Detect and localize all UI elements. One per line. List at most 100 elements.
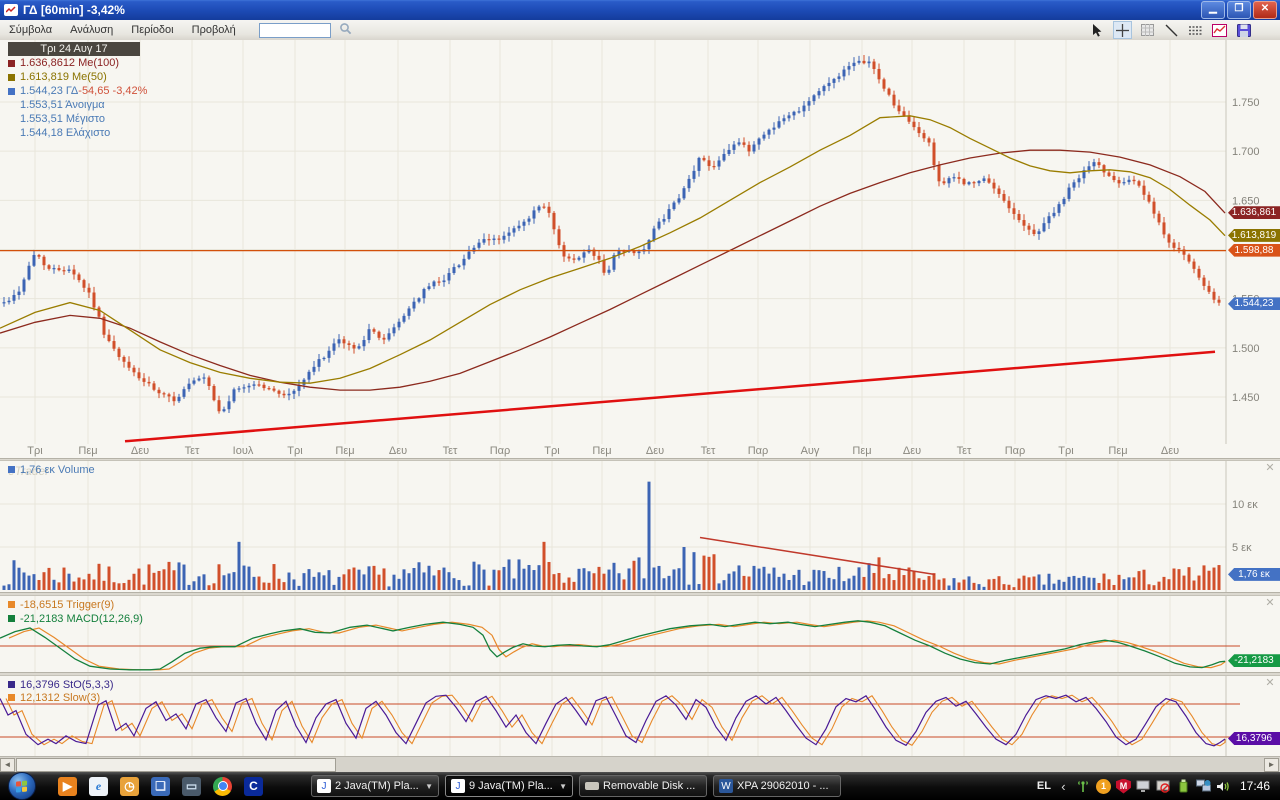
taskbar-button-removable-disk[interactable]: Removable Disk ... (579, 775, 707, 797)
x-axis-label: Πεμ (1101, 445, 1135, 457)
volume-panel-close-icon[interactable]: ✕ (1264, 463, 1276, 475)
x-axis-label: Τετ (175, 445, 209, 457)
crosshair-tool-icon[interactable] (1113, 21, 1132, 39)
display-disabled-icon[interactable] (1156, 779, 1171, 794)
symbol-search-input[interactable] (259, 23, 331, 38)
horizontal-scrollbar[interactable]: ◄ ► (0, 756, 1280, 772)
price-axis-tick: 1.500 (1232, 343, 1260, 355)
x-axis-label: Παρ (998, 445, 1032, 457)
x-axis-label: Τετ (947, 445, 981, 457)
x-axis-label: Πεμ (845, 445, 879, 457)
grid-tool-icon[interactable] (1139, 22, 1156, 38)
toolbar (1089, 21, 1280, 39)
menu-analysis[interactable]: Ανάλυση (61, 22, 122, 38)
legend-open: 1.553,51 Άνοιγμα (6, 98, 147, 112)
network-icon[interactable] (1196, 779, 1211, 794)
volume-axis-tick: 10 εκ (1232, 499, 1258, 511)
x-axis-label: Τρι (18, 445, 52, 457)
macd-legend-label: -21,2183 MACD(12,26,9) (20, 613, 143, 625)
volume-icon[interactable] (1216, 779, 1231, 794)
taskbar-buttons: J 2 Java(TM) Pla... ▼ J 9 Java(TM) Pla..… (311, 775, 841, 797)
quick-launch: ▶ e ◷ ❏ ▭ C (58, 777, 263, 796)
x-axis-label: Τετ (691, 445, 725, 457)
macd-panel-close-icon[interactable]: ✕ (1264, 598, 1276, 610)
menu-periods[interactable]: Περίοδοι (122, 22, 182, 38)
word-icon: W (719, 779, 733, 793)
scrollbar-thumb[interactable] (16, 758, 336, 772)
taskbar-button-word-doc[interactable]: W XPA 29062010 - ... (713, 775, 841, 797)
taskbar-button-java-9[interactable]: J 9 Java(TM) Pla... ▼ (445, 775, 573, 797)
dashed-line-tool-icon[interactable] (1187, 22, 1204, 38)
task-manager-icon[interactable]: ❏ (151, 777, 170, 796)
price-chart: 1.7501.7001.6501.6001.5501.5001.450 (0, 40, 1280, 444)
legend-low-label: 1.544,18 Ελάχιστο (20, 127, 110, 139)
close-button[interactable]: ✕ (1253, 1, 1277, 19)
stochastic-chart (0, 676, 1280, 756)
menu-view[interactable]: Προβολή (183, 22, 245, 38)
price-axis-tick: 1.650 (1232, 195, 1260, 207)
volume-chart: 10 εκ5 εκ (0, 461, 1280, 592)
value-tag: 1.544,23 (1228, 297, 1280, 310)
x-axis-label: Πεμ (585, 445, 619, 457)
taskbar-button-label: 2 Java(TM) Pla... (335, 780, 423, 792)
taskbar-clock[interactable]: 17:46 (1240, 779, 1270, 793)
scroll-left-button[interactable]: ◄ (0, 758, 15, 772)
legend-date: Τρι 24 Αυγ 17 (8, 42, 140, 56)
chart-tool-icon[interactable] (1211, 22, 1228, 38)
save-tool-icon[interactable] (1235, 22, 1252, 38)
macd-chart (0, 596, 1280, 672)
x-axis-label: Δευ (638, 445, 672, 457)
minimize-button[interactable]: ▁ (1201, 1, 1225, 19)
menu-symbols[interactable]: Σύμβολα (0, 22, 61, 38)
value-tag: 1.598,88 (1228, 244, 1280, 257)
panel-separator (0, 592, 1280, 596)
wireless-icon[interactable] (1076, 779, 1091, 794)
start-button[interactable] (8, 772, 36, 800)
legend-ma50-label: 1.613,819 Me(50) (20, 71, 107, 83)
display-icon[interactable]: ▭ (182, 777, 201, 796)
panel-separator (0, 458, 1280, 461)
macd-legend: -21,2183 MACD(12,26,9) (6, 612, 143, 625)
sto-swatch (8, 681, 15, 688)
sto-legend-label: 16,3796 StO(5,3,3) (20, 679, 114, 691)
pointer-tool-icon[interactable] (1089, 22, 1106, 38)
media-player-icon[interactable]: ▶ (58, 777, 77, 796)
tray-collapse-icon[interactable]: ‹ (1056, 779, 1071, 794)
legend-high-label: 1.553,51 Μέγιστο (20, 113, 105, 125)
clock-app-icon[interactable]: ◷ (120, 777, 139, 796)
c-app-icon[interactable]: C (244, 777, 263, 796)
legend-ma100: 1.636,8612 Me(100) (6, 56, 147, 70)
display-tray-icon[interactable] (1136, 779, 1151, 794)
x-axis-label: Δευ (381, 445, 415, 457)
sto-panel-close-icon[interactable]: ✕ (1264, 678, 1276, 690)
x-axis-label: Ιουλ (226, 445, 260, 457)
taskbar-button-java-2[interactable]: J 2 Java(TM) Pla... ▼ (311, 775, 439, 797)
mcafee-icon[interactable]: M (1116, 779, 1131, 794)
x-axis-label: Τρι (1049, 445, 1083, 457)
value-tag: 1,76 εκ (1228, 568, 1280, 581)
x-axis-label: Δευ (895, 445, 929, 457)
window-title: ΓΔ [60min] -3,42% (23, 3, 125, 17)
chevron-down-icon: ▼ (425, 782, 433, 791)
search-icon[interactable] (339, 22, 352, 38)
restore-button[interactable]: ❐ (1227, 1, 1251, 19)
price-axis-tick: 1.750 (1232, 97, 1260, 109)
internet-explorer-icon[interactable]: e (89, 777, 108, 796)
update-badge-icon[interactable]: 1 (1096, 779, 1111, 794)
macd-trigger-legend: -18,6515 Trigger(9) (6, 598, 114, 611)
chrome-icon[interactable] (213, 777, 232, 796)
trendline-tool-icon[interactable] (1163, 22, 1180, 38)
system-tray: EL ‹ 1 M 17:46 (1037, 779, 1280, 794)
x-axis-label: Παρ (741, 445, 775, 457)
scroll-right-button[interactable]: ► (1264, 758, 1279, 772)
usb-device-icon[interactable] (1176, 779, 1191, 794)
app-icon (4, 4, 18, 16)
x-axis-label: Τετ (433, 445, 467, 457)
price-swatch (8, 88, 15, 95)
legend-ma50: 1.613,819 Me(50) (6, 70, 147, 84)
x-axis-label: Πεμ (328, 445, 362, 457)
x-axis-label: Τρι (535, 445, 569, 457)
chart-legend: Τρι 24 Αυγ 17 1.636,8612 Me(100) 1.613,8… (6, 42, 147, 140)
value-tag: -21,2183 (1228, 654, 1280, 667)
language-indicator[interactable]: EL (1037, 780, 1051, 792)
